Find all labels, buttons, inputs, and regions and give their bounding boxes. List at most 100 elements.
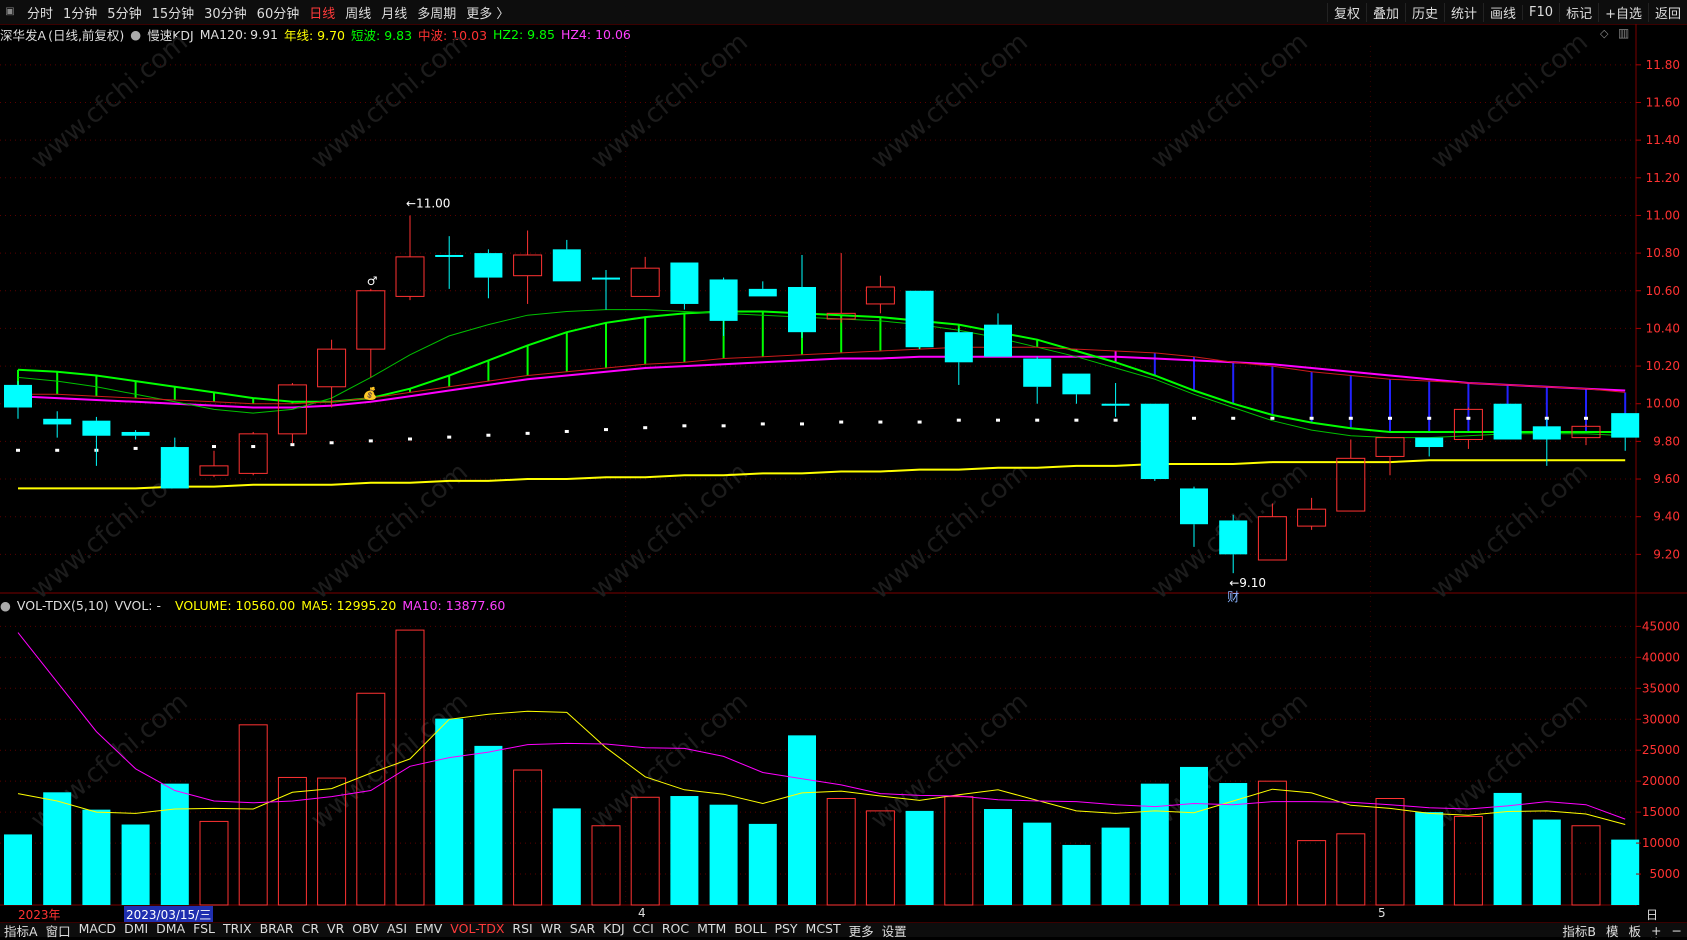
- candle: [1611, 413, 1640, 451]
- indicator-tab-12[interactable]: RSI: [508, 921, 536, 940]
- candle-body-up: [865, 286, 895, 305]
- candle-body-down: [709, 279, 738, 321]
- ma120-dot: [16, 448, 20, 452]
- ma120-dot: [760, 422, 765, 426]
- ma120-dot: [682, 424, 687, 428]
- volume-bar-up: [591, 825, 621, 906]
- candle: [1101, 383, 1130, 417]
- volume-bar-down: [1180, 766, 1208, 905]
- watermark-text: www.cfchi.com: [25, 27, 194, 175]
- candle-body-down: [552, 249, 581, 282]
- ma120-dot: [1192, 416, 1196, 420]
- ma120-dot: [368, 439, 373, 443]
- ma120-dot: [212, 445, 216, 449]
- candle: [43, 411, 72, 438]
- indicator-tab-13[interactable]: WR: [537, 921, 566, 940]
- bottom-tool-1[interactable]: 模: [1601, 921, 1624, 940]
- ma120-dot: [408, 437, 412, 441]
- price-tick-label: 9.80: [1653, 434, 1680, 448]
- volume-bar-up: [1257, 780, 1287, 906]
- price-tick-label: 10.00: [1646, 397, 1680, 411]
- kline-chart[interactable]: www.cfchi.com www.cfchi.com www.cfchi.com w…: [0, 0, 1687, 906]
- bottom-tool-3[interactable]: +: [1646, 923, 1666, 938]
- candle-body-down: [4, 384, 32, 408]
- indicator-a-menu[interactable]: 指标A: [0, 921, 42, 940]
- candle-body-up: [356, 290, 386, 350]
- volume-bar-down: [1532, 819, 1561, 905]
- candle-body-down: [905, 290, 934, 348]
- price-tick-label: 11.80: [1646, 58, 1680, 72]
- volume-tick-label: 45000: [1642, 619, 1680, 633]
- volume-bar-down: [1101, 827, 1130, 905]
- candle: [199, 450, 229, 478]
- indicator-tab-0[interactable]: MACD: [75, 921, 120, 940]
- indicator-tab-15[interactable]: KDJ: [599, 921, 629, 940]
- annotation-label: ♂: [367, 274, 378, 288]
- indicator-tab-14[interactable]: SAR: [566, 921, 599, 940]
- volume-bar-down: [1493, 792, 1522, 905]
- volume-bar-down: [43, 792, 72, 905]
- candle: [1336, 439, 1366, 512]
- volume-bar-down: [552, 808, 581, 905]
- candle: [356, 288, 386, 378]
- volume-tick-label: 10000: [1642, 836, 1680, 850]
- candle: [277, 383, 307, 444]
- watermark-text: www.cfchi.com: [1145, 27, 1314, 175]
- candle: [513, 230, 543, 304]
- indicator-tab-11[interactable]: VOL-TDX: [446, 921, 508, 940]
- indicator-tab-21[interactable]: MCST: [802, 921, 845, 940]
- candle-body-down: [1532, 426, 1561, 440]
- bottom-tool-0[interactable]: 指标B: [1557, 921, 1601, 940]
- ma120-dot: [329, 441, 334, 445]
- indicator-tab-7[interactable]: VR: [323, 921, 348, 940]
- volume-tick-label: 35000: [1642, 681, 1680, 695]
- ma120-dot: [55, 448, 60, 452]
- annotation-label: ←11.00: [406, 196, 450, 210]
- indicator-tab-23[interactable]: 设置: [878, 921, 911, 940]
- indicator-tab-20[interactable]: PSY: [770, 921, 801, 940]
- indicator-tab-9[interactable]: ASI: [383, 921, 411, 940]
- volume-bar-down: [1062, 844, 1091, 905]
- indicator-tab-10[interactable]: EMV: [411, 921, 446, 940]
- volume-bar-down: [121, 824, 150, 905]
- indicator-tab-1[interactable]: DMI: [120, 921, 152, 940]
- bottom-tool-2[interactable]: 板: [1624, 921, 1647, 940]
- indicator-tab-6[interactable]: CR: [298, 921, 323, 940]
- price-tick-label: 9.40: [1653, 510, 1680, 524]
- window-menu[interactable]: 窗口: [42, 921, 75, 940]
- candle-body-down: [788, 286, 816, 333]
- price-axis: 11.80 11.60 11.40 11.20 11.00 10.80 10.60 10.40…: [1636, 58, 1680, 561]
- ma120-dot: [643, 426, 648, 430]
- ma120-dot: [1427, 416, 1432, 420]
- indicator-tab-22[interactable]: 更多: [845, 921, 878, 940]
- ma120-dot: [721, 424, 726, 428]
- ma120-dot: [1231, 416, 1236, 420]
- indicator-tab-16[interactable]: CCI: [629, 921, 658, 940]
- volume-bar-down: [905, 810, 934, 905]
- indicator-tab-18[interactable]: MTM: [693, 921, 730, 940]
- volume-axis: 45000 40000 35000 30000 25000 20000 15000 10000…: [1636, 619, 1680, 881]
- volume-tick-label: 20000: [1642, 774, 1680, 788]
- volume-bar-down: [1023, 822, 1052, 905]
- candle-body-down: [1023, 358, 1052, 387]
- indicator-tab-17[interactable]: ROC: [658, 921, 693, 940]
- indicator-tab-8[interactable]: OBV: [348, 921, 383, 940]
- candle-body-down: [121, 431, 150, 436]
- candle-body-down: [1493, 403, 1522, 440]
- indicator-tab-4[interactable]: TRIX: [219, 921, 256, 940]
- indicator-tab-19[interactable]: BOLL: [730, 921, 770, 940]
- volume-tick-label: 30000: [1642, 712, 1680, 726]
- volume-bar-down: [160, 783, 189, 905]
- candle-body-down: [1180, 488, 1208, 525]
- candle: [121, 430, 150, 440]
- bottom-tool-4[interactable]: −: [1667, 923, 1687, 938]
- indicator-tab-3[interactable]: FSL: [189, 921, 219, 940]
- indicator-tab-2[interactable]: DMA: [152, 921, 189, 940]
- ma120-dot: [1113, 418, 1118, 422]
- indicator-tab-5[interactable]: BRAR: [256, 921, 298, 940]
- zhongbo-line: [17, 355, 1626, 409]
- volume-bar-down: [670, 796, 699, 905]
- price-tick-label: 11.40: [1646, 133, 1680, 147]
- ma120-dot: [1074, 418, 1079, 422]
- candle: [944, 328, 973, 385]
